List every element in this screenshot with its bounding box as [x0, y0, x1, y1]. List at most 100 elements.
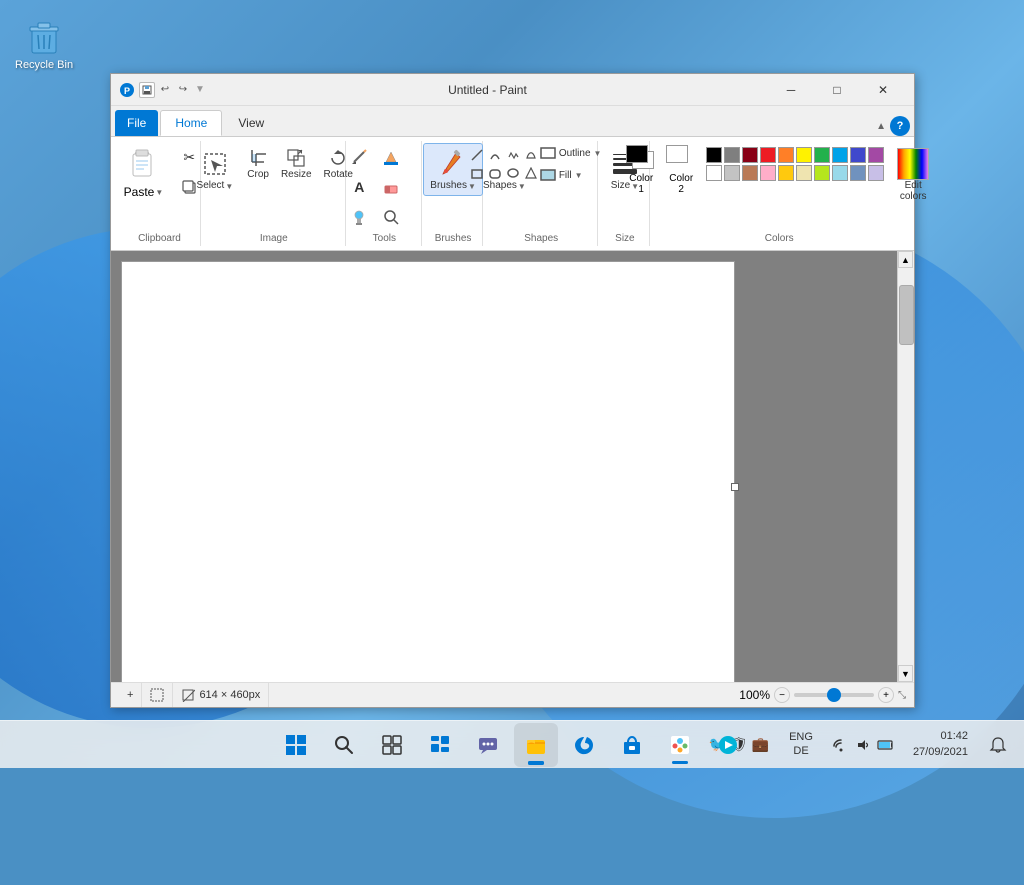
recycle-bin[interactable]: Recycle Bin [15, 15, 73, 71]
color-swatch[interactable] [724, 147, 740, 163]
explorer-btn[interactable] [514, 723, 558, 767]
color1-label: Color 1 [629, 173, 653, 195]
scroll-up-btn[interactable]: ▲ [898, 251, 913, 268]
paste-label: Paste [124, 185, 155, 199]
tab-view[interactable]: View [224, 110, 278, 136]
title-buttons: ─ □ ✕ [768, 74, 906, 106]
shapes-btn[interactable]: Shapes ▼ [476, 143, 533, 196]
text-btn[interactable]: A [344, 173, 374, 201]
color-palette [702, 143, 888, 185]
resize-icon [286, 148, 306, 168]
color-swatch[interactable] [814, 165, 830, 181]
save-quick-btn[interactable] [139, 82, 155, 98]
color-swatch[interactable] [706, 147, 722, 163]
color-swatch[interactable] [868, 165, 884, 181]
color-swatch[interactable] [832, 165, 848, 181]
shape-curve[interactable] [487, 147, 503, 163]
shape-ellipse[interactable] [505, 165, 521, 181]
quick-access-toolbar: ↩ ↪ ▼ [139, 82, 207, 98]
color-swatch[interactable] [868, 147, 884, 163]
tab-home[interactable]: Home [160, 110, 222, 136]
magnifier-btn[interactable] [376, 203, 406, 231]
clipchamp-btn[interactable] [706, 723, 750, 767]
canvas-size-text: 614 × 460px [199, 689, 260, 701]
select-btn[interactable]: Select ▼ [190, 143, 241, 196]
shape-roundrect[interactable] [487, 165, 503, 181]
scroll-down-btn[interactable]: ▼ [898, 665, 913, 682]
color2-selector[interactable]: Color 2 [662, 143, 700, 197]
clock[interactable]: 01:42 27/09/2021 [905, 725, 976, 764]
color1-selector[interactable]: Color 1 [622, 143, 660, 197]
select-icon [199, 148, 231, 180]
select-label-row: Select ▼ [197, 180, 234, 191]
eraser-btn[interactable] [376, 173, 406, 201]
lang-btn[interactable]: ENG DE [781, 727, 821, 761]
store-btn[interactable] [610, 723, 654, 767]
color-swatch[interactable] [796, 165, 812, 181]
shapes-items: Shapes ▼ Outline ▼ Fill [476, 143, 606, 231]
color-swatch[interactable] [742, 147, 758, 163]
color-swatch[interactable] [760, 147, 776, 163]
chat-btn[interactable] [466, 723, 510, 767]
edit-colors-label: Edit colors [900, 180, 927, 202]
edit-colors-btn[interactable]: Edit colors [890, 143, 936, 207]
color-swatch[interactable] [796, 147, 812, 163]
colors-items: Color 1 Color 2 [622, 143, 936, 231]
color-swatch[interactable] [778, 165, 794, 181]
paste-btn[interactable]: Paste ▼ [115, 143, 173, 204]
shape-line[interactable] [469, 147, 485, 163]
color-picker-btn[interactable] [344, 203, 374, 231]
color-swatch[interactable] [706, 165, 722, 181]
system-status[interactable] [825, 734, 901, 756]
paint-btn[interactable] [658, 723, 702, 767]
edge-btn[interactable] [562, 723, 606, 767]
resize-btn[interactable]: Resize [276, 143, 317, 183]
paint-canvas[interactable] [121, 261, 735, 682]
close-btn[interactable]: ✕ [860, 74, 906, 106]
task-view-btn[interactable] [370, 723, 414, 767]
color-swatch[interactable] [778, 147, 794, 163]
tab-file[interactable]: File [115, 110, 158, 136]
maximize-btn[interactable]: □ [814, 74, 860, 106]
color-swatch[interactable] [760, 165, 776, 181]
fill-shape-btn[interactable]: Fill ▼ [535, 165, 607, 185]
undo-quick-btn[interactable]: ↩ [157, 82, 173, 98]
store-icon [621, 734, 643, 756]
search-btn[interactable] [322, 723, 366, 767]
zoom-thumb[interactable] [827, 688, 841, 702]
zoom-slider[interactable] [794, 693, 874, 697]
fill-btn[interactable] [376, 143, 406, 171]
ribbon-collapse-btn[interactable]: ▲ [876, 121, 886, 132]
color-swatch[interactable] [724, 165, 740, 181]
add-btn[interactable]: + [119, 683, 142, 707]
canvas-selector-btn[interactable] [142, 683, 173, 707]
help-btn[interactable]: ? [890, 116, 910, 136]
color-swatch[interactable] [742, 165, 758, 181]
vertical-scrollbar[interactable]: ▲ ▼ [897, 251, 914, 682]
color-swatch[interactable] [850, 147, 866, 163]
redo-quick-btn[interactable]: ↪ [175, 82, 191, 98]
shape-freeform[interactable] [505, 147, 521, 163]
scroll-thumb[interactable] [899, 285, 914, 345]
zoom-in-btn[interactable]: + [878, 687, 894, 703]
crop-icon [248, 148, 268, 168]
start-btn[interactable] [274, 723, 318, 767]
zoom-out-btn[interactable]: − [774, 687, 790, 703]
fill-shape-icon [540, 169, 556, 181]
color-swatch[interactable] [814, 147, 830, 163]
color-swatch[interactable] [850, 165, 866, 181]
widgets-icon [429, 734, 451, 756]
notification-btn[interactable] [980, 727, 1016, 763]
outline-btn[interactable]: Outline ▼ [535, 143, 607, 163]
canvas-area[interactable] [111, 251, 897, 682]
select-chevron: ▼ [225, 182, 233, 191]
pencil-btn[interactable] [344, 143, 374, 171]
brushes-icon [437, 148, 469, 180]
shape-rect[interactable] [469, 165, 485, 181]
crop-btn[interactable]: Crop [242, 143, 274, 183]
shapes-chevron: ▼ [518, 182, 526, 191]
color-swatch[interactable] [832, 147, 848, 163]
canvas-resize-handle[interactable] [731, 483, 739, 491]
widgets-btn[interactable] [418, 723, 462, 767]
minimize-btn[interactable]: ─ [768, 74, 814, 106]
